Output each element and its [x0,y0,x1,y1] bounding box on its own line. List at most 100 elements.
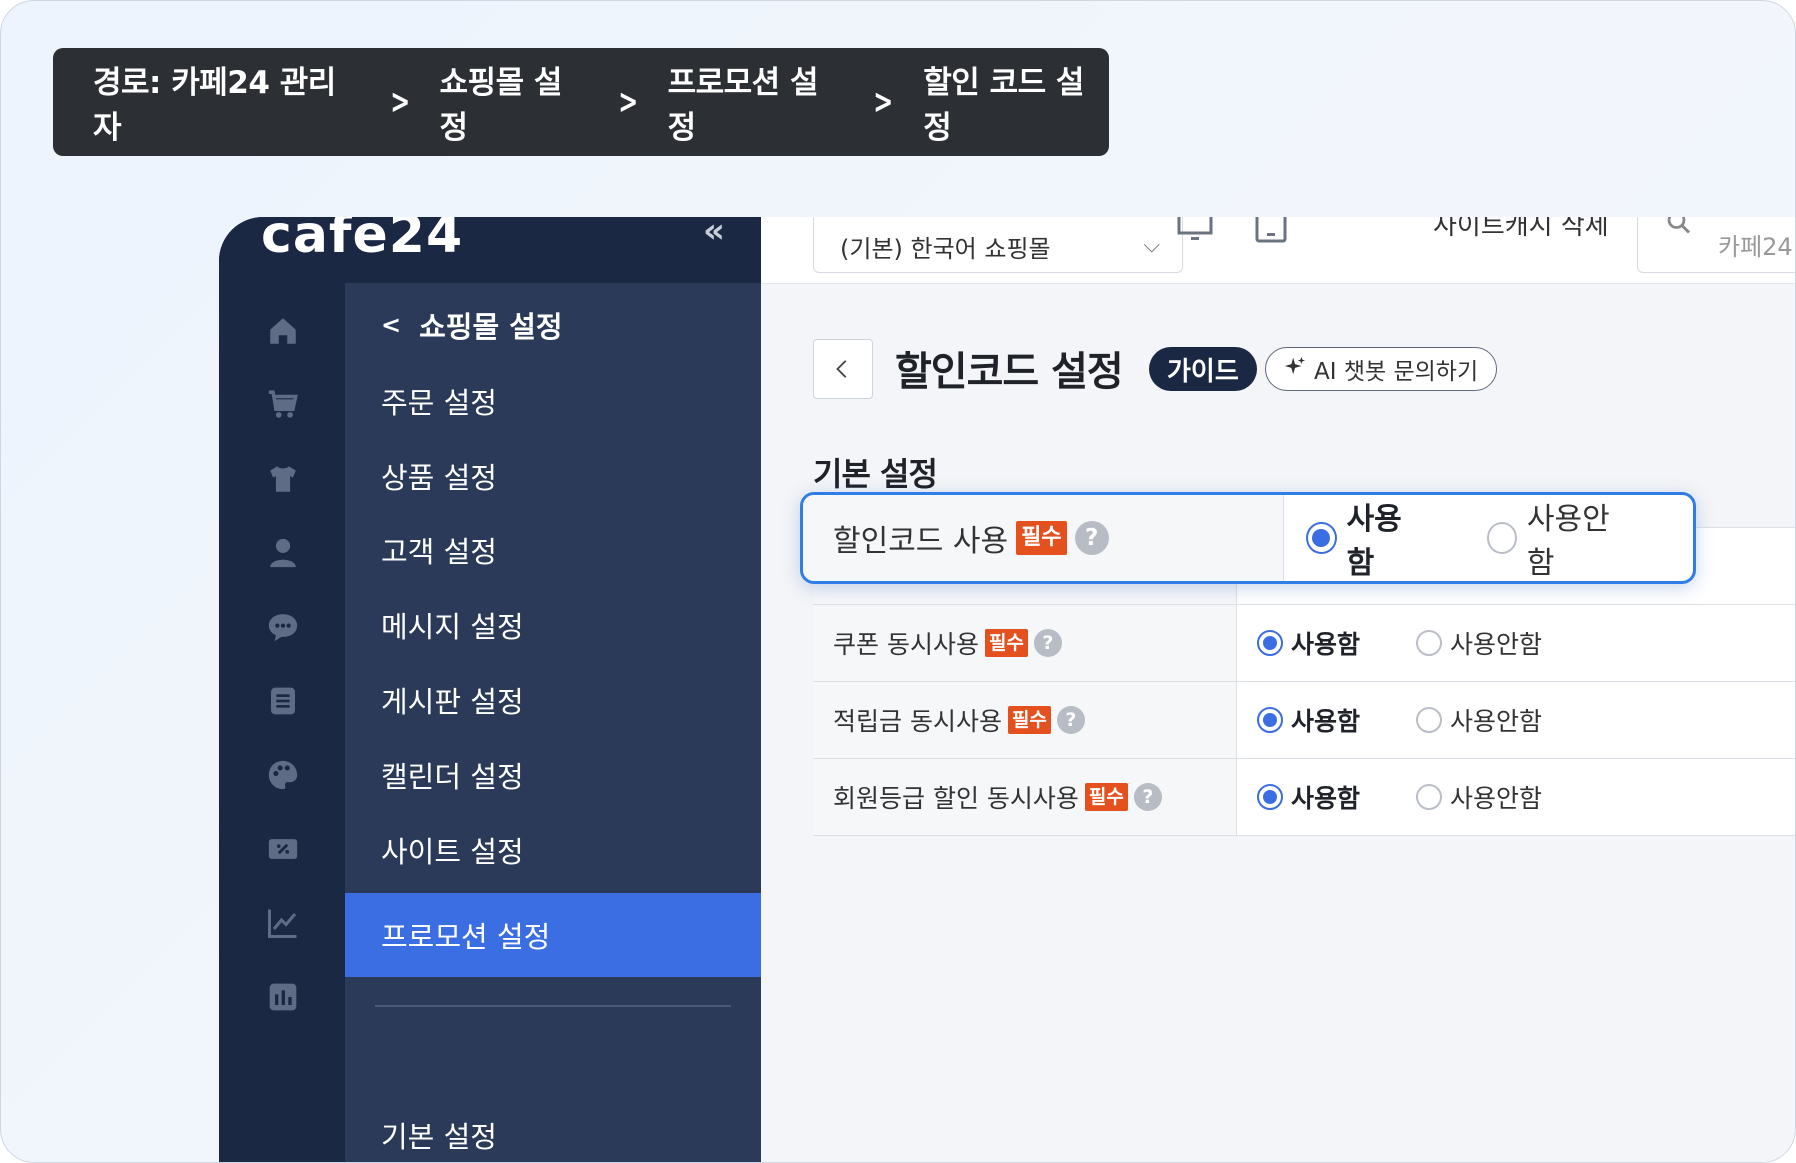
chevron-right-icon: > [389,82,410,122]
help-icon[interactable]: ? [1056,706,1085,734]
radio-use[interactable]: 사용함 [1306,495,1424,581]
help-icon[interactable]: ? [1074,521,1109,555]
breadcrumb: 경로: 카페24 관리자 > 쇼핑몰 설정 > 프로모션 설정 > 할인 코드 … [53,48,1109,156]
table-row: 회원등급 할인 동시사용 필수 ? 사용함 사용안함 [813,759,1795,836]
submenu-item-message[interactable]: 메시지 설정 [345,583,761,667]
help-icon[interactable]: ? [1133,783,1162,811]
radio-not-use[interactable]: 사용안함 [1416,779,1542,815]
cart-icon[interactable] [263,385,303,425]
submenu-divider [375,1005,731,1007]
row-label: 회원등급 할인 동시사용 [833,784,1079,813]
sparkle-icon [1284,355,1306,383]
required-badge: 필수 [1084,783,1128,811]
radio-dot [1486,522,1517,554]
submenu-item-calendar[interactable]: 캘린더 설정 [345,733,761,817]
mobile-icon[interactable] [1249,217,1293,247]
admin-window: cafe24 « < 쇼핑몰 설정 주문 설정 상품 설정 고객 설정 메시지 … [219,217,1795,1162]
help-icon[interactable]: ? [1033,629,1062,657]
cafe24-logo[interactable]: cafe24 [261,217,463,265]
person-icon[interactable] [263,533,303,573]
screenshot-frame: 경로: 카페24 관리자 > 쇼핑몰 설정 > 프로모션 설정 > 할인 코드 … [0,0,1796,1163]
radio-not-use[interactable]: 사용안함 [1486,495,1631,581]
submenu-back-shopping-mall[interactable]: < 쇼핑몰 설정 [345,283,761,367]
ai-chatbot-label: AI 챗봇 문의하기 [1314,359,1479,385]
required-badge: 필수 [1007,706,1051,734]
chat-icon[interactable] [263,607,303,647]
submenu-item-site[interactable]: 사이트 설정 [345,808,761,892]
radio-dot [1257,784,1283,810]
submenu-item-board[interactable]: 게시판 설정 [345,658,761,742]
row-label-cell: 회원등급 할인 동시사용 필수 ? [813,759,1237,835]
main-content: 할인코드 설정 가이드 AI 챗봇 문의하기 기본 설정 할인코드 사용 [761,283,1795,1162]
row-label: 쿠폰 동시사용 [833,630,979,659]
home-icon[interactable] [263,311,303,351]
table-row: 쿠폰 동시사용 필수 ? 사용함 사용안함 [813,605,1795,682]
chevron-right-icon: > [873,82,894,122]
highlighted-row-discount-code-use: 할인코드 사용 필수 ? 사용함 사용안함 [800,492,1696,584]
submenu-item-basic-settings[interactable]: 기본 설정 [345,1093,761,1162]
chevron-right-icon: > [617,82,638,122]
radio-use[interactable]: 사용함 [1257,702,1360,738]
breadcrumb-item[interactable]: 프로모션 설정 [668,57,844,147]
document-icon[interactable] [263,681,303,721]
chevron-left-icon: < [381,311,402,339]
radio-use[interactable]: 사용함 [1257,779,1360,815]
required-badge: 필수 [984,629,1028,657]
chevron-left-icon [836,360,847,378]
back-button[interactable] [813,339,873,399]
submenu-item-order[interactable]: 주문 설정 [345,359,761,443]
radio-dot [1416,784,1443,810]
palette-icon[interactable] [263,755,303,795]
radio-dot [1257,707,1283,733]
mall-select-value: (기본) 한국어 쇼핑몰 [840,235,1051,263]
submenu-item-customer[interactable]: 고객 설정 [345,508,761,592]
row-value-cell: 사용함 사용안함 [1237,759,1598,835]
section-title: 기본 설정 [813,455,938,493]
mall-select[interactable]: (기본) 한국어 쇼핑몰 ⌵ [813,217,1183,273]
radio-use[interactable]: 사용함 [1257,625,1360,661]
breadcrumb-prefix: 경로: 카페24 관리자 [93,65,336,146]
search-icon [1664,217,1694,246]
radio-dot [1257,630,1283,656]
submenu-back-label: 쇼핑몰 설정 [419,310,563,344]
submenu-panel: < 쇼핑몰 설정 주문 설정 상품 설정 고객 설정 메시지 설정 게시판 설정… [345,283,761,1162]
radio-label: 사용안함 [1450,630,1543,659]
radio-not-use[interactable]: 사용안함 [1416,625,1542,661]
coupon-icon[interactable] [263,829,303,869]
row-value-cell: 사용함 사용안함 [1237,605,1598,681]
clear-site-cache-button[interactable]: 사이트캐시 삭제 [1433,217,1609,242]
page-title: 할인코드 설정 [895,349,1124,395]
required-badge: 필수 [1016,521,1067,555]
radio-dot [1416,630,1443,656]
row-value-cell: 사용함 사용안함 [1284,495,1693,581]
row-value-cell: 사용함 사용안함 [1237,682,1598,758]
radio-label: 사용함 [1346,502,1402,581]
monitor-icon[interactable] [1173,217,1217,247]
radio-dot [1416,707,1443,733]
submenu-item-promotion[interactable]: 프로모션 설정 [345,893,761,977]
search-placeholder: 카페24 [1718,233,1793,261]
double-chevron-left-icon[interactable]: « [703,217,725,251]
radio-not-use[interactable]: 사용안함 [1416,702,1542,738]
table-row: 적립금 동시사용 필수 ? 사용함 사용안함 [813,682,1795,759]
line-chart-icon[interactable] [263,903,303,943]
chevron-down-icon: ⌵ [1143,233,1160,258]
search-input[interactable]: 카페24 [1637,217,1795,273]
radio-label: 사용안함 [1450,784,1543,813]
radio-label: 사용함 [1291,630,1361,659]
ai-chatbot-button[interactable]: AI 챗봇 문의하기 [1265,347,1498,391]
submenu-item-product[interactable]: 상품 설정 [345,434,761,518]
row-label: 할인코드 사용 [833,524,1009,559]
row-label-cell: 할인코드 사용 필수 ? [803,495,1285,581]
breadcrumb-item[interactable]: 할인 코드 설정 [923,57,1109,147]
row-label-cell: 쿠폰 동시사용 필수 ? [813,605,1237,681]
shirt-icon[interactable] [263,459,303,499]
row-label-cell: 적립금 동시사용 필수 ? [813,682,1237,758]
bar-chart-icon[interactable] [263,977,303,1017]
radio-label: 사용안함 [1526,502,1610,581]
radio-label: 사용함 [1291,707,1361,736]
guide-button[interactable]: 가이드 [1149,347,1257,391]
radio-dot [1306,522,1337,554]
breadcrumb-item[interactable]: 쇼핑몰 설정 [440,57,588,147]
radio-label: 사용안함 [1450,707,1543,736]
